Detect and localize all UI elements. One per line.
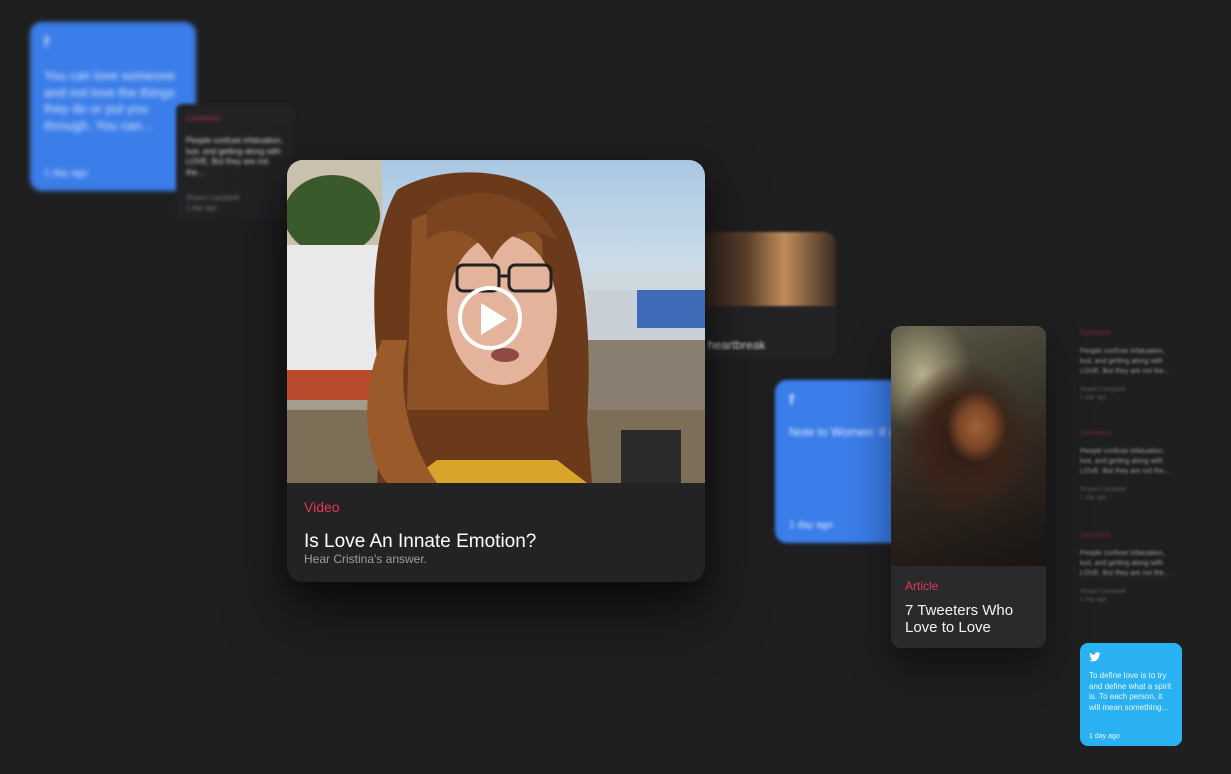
tweet-text: To define love is to try and define what… (1089, 671, 1172, 712)
play-icon (481, 303, 507, 335)
card-kind-label: Article (905, 579, 939, 593)
card-subtitle: Hear Cristina's answer. (304, 552, 427, 566)
comment-text: People confuse infatuation, lust, and ge… (1080, 448, 1170, 475)
twitter-post-card[interactable]: To define love is to try and define what… (1080, 643, 1182, 746)
facebook-post-card[interactable]: f You can love someone and not love the … (30, 22, 196, 191)
comment-kind-label: Comment (1080, 430, 1111, 437)
comment-kind-label: Comment (1080, 330, 1111, 337)
comment-author: Shawn Campbell (186, 195, 239, 202)
comment-text: People confuse infatuation, lust, and ge… (1080, 550, 1170, 577)
comment-timestamp: 1 day ago (186, 205, 217, 212)
comment-author: Shawn Campbell (1080, 387, 1126, 393)
comment-card[interactable]: Comment People confuse infatuation, lust… (176, 104, 294, 220)
comment-item[interactable]: Comment People confuse infatuation, lust… (1080, 532, 1172, 604)
comment-kind-label: Comment (186, 114, 221, 123)
card-title[interactable]: Is Love An Innate Emotion? (304, 531, 536, 553)
comment-timestamp: 1 day ago (1080, 597, 1107, 603)
comment-kind-label: Comment (1080, 532, 1111, 539)
post-timestamp: 1 day ago (44, 168, 88, 179)
card-kind-label: Video (304, 499, 340, 515)
comment-text: People confuse infatuation, lust, and ge… (1080, 348, 1170, 375)
card-title[interactable]: 7 Tweeters Who Love to Love (905, 602, 1036, 636)
twitter-icon (1089, 652, 1101, 662)
facebook-icon: f (789, 392, 794, 409)
comment-timestamp: 1 day ago (1080, 495, 1107, 501)
post-text: You can love someone and not love the th… (44, 68, 176, 133)
comment-item[interactable]: Comment People confuse infatuation, lust… (1080, 430, 1172, 502)
comment-author: Shawn Campbell (1080, 487, 1126, 493)
post-text: Note to Women: If a man Cheats, Lies or … (789, 425, 915, 439)
video-card[interactable]: Video Is Love An Innate Emotion? Hear Cr… (287, 160, 705, 582)
comment-timestamp: 1 day ago (1080, 395, 1107, 401)
comment-author: Shawn Campbell (1080, 589, 1126, 595)
tweet-timestamp: 1 day ago (1089, 733, 1120, 740)
facebook-icon: f (44, 34, 49, 51)
article-card[interactable]: Article 7 Tweeters Who Love to Love (891, 326, 1046, 648)
post-timestamp: 1 day ago (789, 520, 833, 531)
heartbreak-title: heartbreak (708, 338, 766, 352)
comment-text: People confuse infatuation, lust, and ge… (186, 136, 283, 177)
article-image (891, 326, 1046, 566)
comment-item[interactable]: Comment People confuse infatuation, lust… (1080, 330, 1172, 402)
play-button[interactable] (458, 286, 522, 350)
